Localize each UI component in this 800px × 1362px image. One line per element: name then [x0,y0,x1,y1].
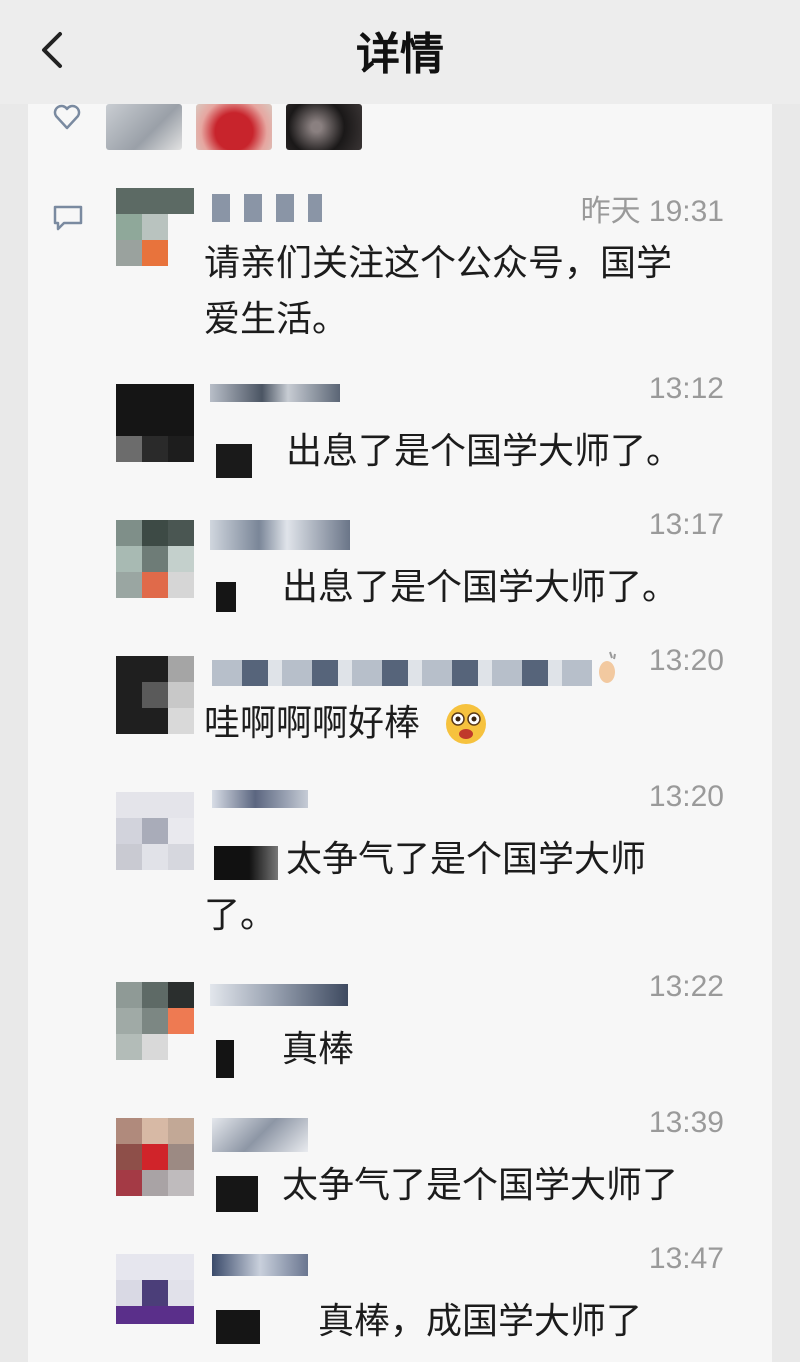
blurred-username[interactable] [210,520,350,550]
comment-time: 13:12 [648,372,724,405]
blurred-username[interactable] [212,1254,308,1276]
comment-text: 太争气了是个国学大师 [286,839,647,880]
comment-bubble-icon [53,205,83,231]
avatar[interactable] [116,520,194,598]
blurred-username[interactable] [216,1310,260,1344]
comment-time: 13:17 [648,508,724,541]
comment-text: 真棒，成国学大师了 [318,1301,643,1342]
avatar[interactable] [116,1118,194,1196]
blurred-username[interactable] [212,194,322,222]
star-struck-face-icon [446,704,486,744]
comment-text: 爱生活。 [204,299,349,340]
comment-text: 了。 [204,895,277,936]
comment-text: 哇啊啊啊好棒 [204,703,421,744]
avatar[interactable] [116,982,194,1060]
page-title: 详情 [356,29,444,80]
comment-time: 13:22 [648,970,724,1003]
blurred-username[interactable] [216,582,236,612]
blurred-username[interactable] [210,384,340,402]
heart-outline-icon [53,104,81,130]
blurred-username[interactable] [216,1176,258,1212]
comment-time: 13:39 [648,1106,724,1139]
blurred-username[interactable] [216,1040,234,1078]
avatar[interactable] [116,384,194,462]
comment-text: 太争气了是个国学大师了 [282,1165,679,1206]
blurred-username[interactable] [212,1118,308,1152]
comment-text: 出息了是个国学大师了。 [286,431,683,472]
comment-time: 13:20 [648,780,724,813]
nav-bar: 详情 [0,0,800,104]
comment-text: 请亲们关注这个公众号，国学 [204,243,673,284]
comment-text: 出息了是个国学大师了。 [282,567,679,608]
comment-time: 13:47 [648,1242,724,1275]
avatar[interactable] [116,792,194,870]
liker-avatar[interactable] [286,104,362,150]
blurred-username[interactable] [214,846,278,880]
liker-avatar[interactable] [196,104,272,150]
liker-avatar[interactable] [106,104,182,150]
clapping-hand-icon [599,651,616,683]
comment-time: 昨天 19:31 [580,195,724,228]
avatar[interactable] [116,656,194,734]
blurred-username[interactable] [212,790,308,808]
blurred-username[interactable] [212,660,592,686]
avatar[interactable] [116,1254,194,1332]
comment-time: 13:20 [648,644,724,677]
avatar[interactable] [116,188,194,266]
comment-text: 真棒 [282,1029,355,1070]
blurred-username[interactable] [216,444,252,478]
blurred-username[interactable] [210,984,348,1006]
